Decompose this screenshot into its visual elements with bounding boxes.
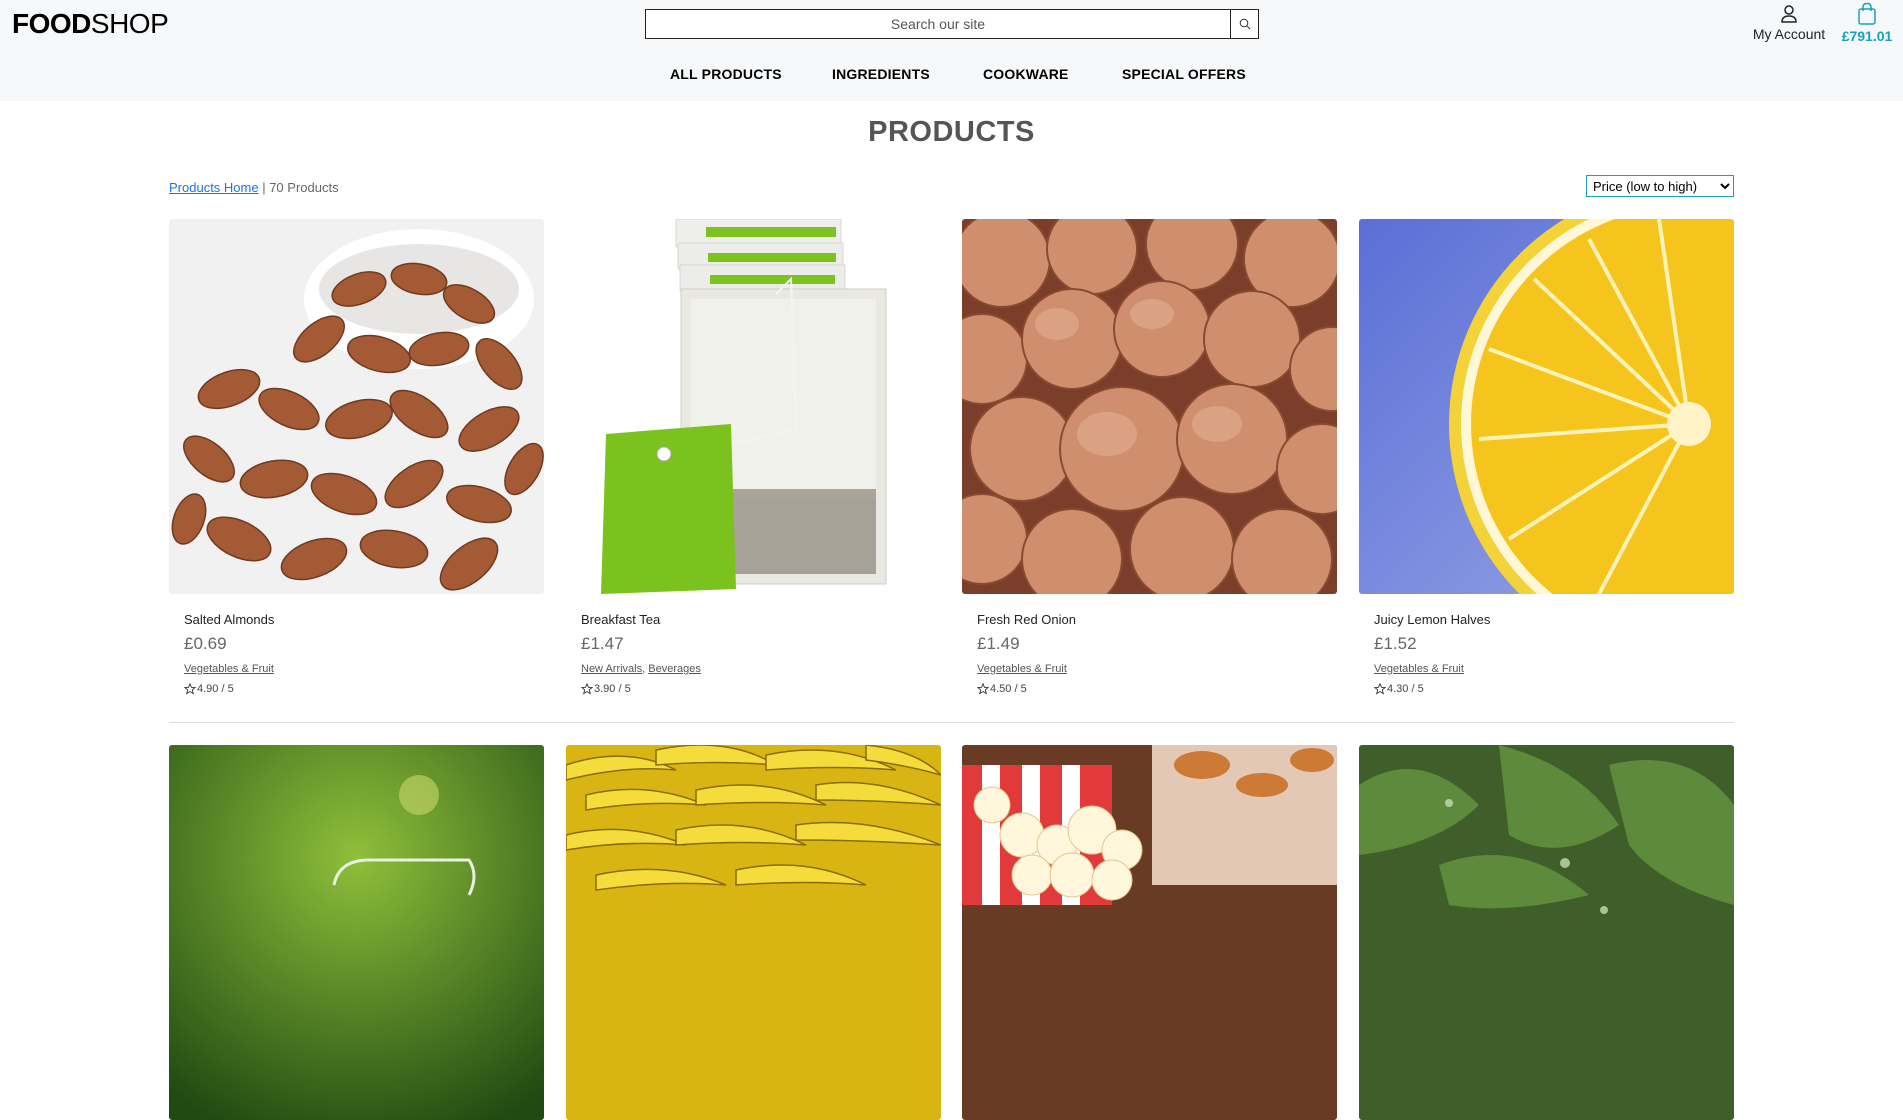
- product-image-popcorn[interactable]: [962, 745, 1337, 1120]
- product-categories: Vegetables & Fruit: [184, 663, 544, 675]
- product-card[interactable]: Salted Almonds £0.69 Vegetables & Fruit …: [169, 219, 544, 695]
- nav-cookware[interactable]: COOKWARE: [983, 66, 1069, 82]
- product-price: £1.52: [1374, 634, 1417, 653]
- account-label: My Account: [1752, 26, 1826, 42]
- rating-value: 4.30 / 5: [1387, 683, 1424, 695]
- page-title: PRODUCTS: [868, 116, 1035, 148]
- site-header: FOODSHOP My Account £791.01 ALL PRODUCTS…: [0, 0, 1903, 101]
- sort-select[interactable]: Price (low to high): [1586, 175, 1734, 197]
- main-nav: ALL PRODUCTS INGREDIENTS COOKWARE SPECIA…: [0, 66, 1903, 86]
- cart-link[interactable]: £791.01: [1837, 2, 1897, 44]
- product-rating: 4.90 / 5: [184, 683, 544, 695]
- user-icon: [1781, 5, 1797, 23]
- product-rating: 4.50 / 5: [977, 683, 1337, 695]
- star-icon: [581, 683, 593, 695]
- product-image-smoothie[interactable]: [169, 745, 544, 1120]
- product-image-lemon[interactable]: [1359, 219, 1734, 594]
- product-categories: Vegetables & Fruit: [1374, 663, 1734, 675]
- rating-value: 4.50 / 5: [990, 683, 1027, 695]
- rating-value: 4.90 / 5: [197, 683, 234, 695]
- product-image-broccoli[interactable]: [1359, 745, 1734, 1120]
- search-bar: [645, 9, 1259, 39]
- my-account-link[interactable]: My Account: [1748, 4, 1830, 42]
- search-input[interactable]: [646, 10, 1230, 38]
- category-link[interactable]: Beverages: [648, 663, 701, 675]
- category-link[interactable]: New Arrivals: [581, 663, 642, 675]
- product-image-almonds[interactable]: [169, 219, 544, 594]
- product-rating: 3.90 / 5: [581, 683, 941, 695]
- logo-text: SHOP: [90, 8, 169, 39]
- search-button[interactable]: [1230, 10, 1258, 38]
- site-logo[interactable]: FOODSHOP: [12, 8, 169, 40]
- category-link[interactable]: Vegetables & Fruit: [1374, 663, 1464, 675]
- product-name[interactable]: Fresh Red Onion: [977, 612, 1337, 627]
- product-card[interactable]: [1359, 745, 1734, 1120]
- category-link[interactable]: Vegetables & Fruit: [977, 663, 1067, 675]
- product-price: £1.47: [581, 634, 624, 653]
- product-card[interactable]: Fresh Red Onion £1.49 Vegetables & Fruit…: [962, 219, 1337, 695]
- product-image-tea[interactable]: [566, 219, 941, 594]
- product-categories: Vegetables & Fruit: [977, 663, 1337, 675]
- shopping-bag-icon: [1858, 2, 1876, 25]
- star-icon: [184, 683, 196, 695]
- logo-bold-text: FOOD: [12, 8, 91, 39]
- star-icon: [1374, 683, 1386, 695]
- search-icon: [1239, 18, 1250, 30]
- breadcrumb: Products Home | 70 Products: [169, 180, 339, 195]
- product-name[interactable]: Salted Almonds: [184, 612, 544, 627]
- row-divider: [169, 722, 1734, 723]
- product-image-onion[interactable]: [962, 219, 1337, 594]
- cart-total: £791.01: [1841, 28, 1893, 44]
- product-card[interactable]: Juicy Lemon Halves £1.52 Vegetables & Fr…: [1359, 219, 1734, 695]
- product-categories: New Arrivals, Beverages: [581, 663, 701, 675]
- product-count: 70 Products: [269, 180, 339, 195]
- rating-value: 3.90 / 5: [594, 683, 631, 695]
- nav-all-products[interactable]: ALL PRODUCTS: [670, 66, 782, 82]
- nav-special-offers[interactable]: SPECIAL OFFERS: [1122, 66, 1246, 82]
- product-name[interactable]: Juicy Lemon Halves: [1374, 612, 1734, 627]
- product-card[interactable]: [962, 745, 1337, 1120]
- product-card[interactable]: [169, 745, 544, 1120]
- star-icon: [977, 683, 989, 695]
- product-card[interactable]: [566, 745, 941, 1120]
- product-price: £0.69: [184, 634, 227, 653]
- product-card[interactable]: Breakfast Tea £1.47 New Arrivals, Bevera…: [566, 219, 941, 695]
- category-link[interactable]: Vegetables & Fruit: [184, 663, 274, 675]
- product-name[interactable]: Breakfast Tea: [581, 612, 941, 627]
- breadcrumb-products-home[interactable]: Products Home: [169, 180, 259, 195]
- product-rating: 4.30 / 5: [1374, 683, 1734, 695]
- product-price: £1.49: [977, 634, 1020, 653]
- nav-ingredients[interactable]: INGREDIENTS: [832, 66, 930, 82]
- product-image-bananas[interactable]: [566, 745, 941, 1120]
